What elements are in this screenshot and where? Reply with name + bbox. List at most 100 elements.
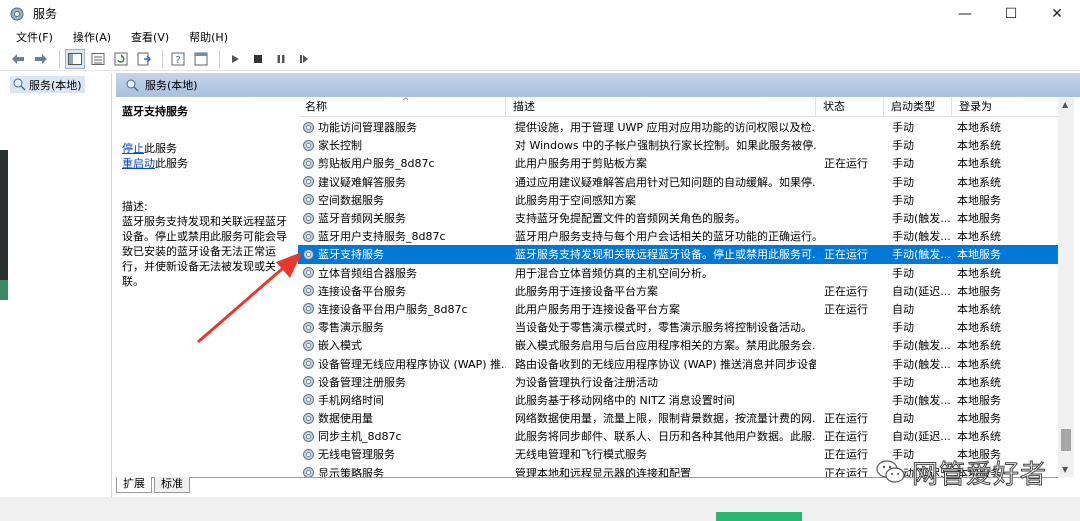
toolbar: ? [0, 47, 1080, 71]
scroll-down-icon[interactable]: ▼ [1062, 465, 1068, 474]
service-name: 设备管理注册服务 [318, 375, 406, 389]
table-row[interactable]: 连接设备平台服务 此服务用于连接设备平台方案 正在运行 自动(延迟... 本地服务 [298, 282, 1058, 300]
cell-startup-type: 手动 [892, 157, 914, 171]
window-title: 服务 [33, 7, 58, 21]
window-controls: — ☐ ✕ [942, 0, 1080, 27]
description-label: 描述: [122, 200, 148, 213]
table-row[interactable]: 零售演示服务 当设备处于零售演示模式时，零售演示服务将控制设备活动。 手动 本地系统 [298, 318, 1058, 336]
cell-log-on-as: 本地服务 [957, 212, 1001, 226]
cell-description: 此用户服务用于连接设备平台方案 [515, 302, 680, 316]
maximize-button[interactable]: ☐ [988, 0, 1034, 27]
menu-view[interactable]: 查看(V) [121, 29, 179, 45]
service-gear-icon [303, 139, 314, 151]
console-button[interactable] [191, 49, 211, 69]
column-header-log-on-as[interactable]: 登录为 [952, 97, 1058, 117]
table-row[interactable]: 建议疑难解答服务 通过应用建议疑难解答启用针对已知问题的自动缓解。如果停... 手动… [298, 173, 1058, 191]
tab-standard[interactable]: 标准 [154, 477, 190, 493]
export-button[interactable] [134, 49, 154, 69]
stop-service-link[interactable]: 停止 [122, 142, 144, 155]
service-gear-icon [303, 394, 314, 406]
cell-description: 蓝牙用户服务支持与每个用户会话相关的蓝牙功能的正确运行。 [515, 230, 816, 244]
tree-item-services-local[interactable]: 服务(本地) [10, 76, 85, 93]
cell-description: 此用户服务用于剪贴板方案 [515, 157, 647, 171]
table-row[interactable]: 设备管理无线应用程序协议 (WAP) 推... 路由设备收到的无线应用程序协议 (… [298, 354, 1058, 372]
refresh-button[interactable] [111, 49, 131, 69]
cell-startup-type: 手动 [892, 121, 914, 135]
pause-service-button[interactable] [271, 49, 291, 69]
cell-name: 数据使用量 [298, 410, 506, 426]
refresh-icon [114, 52, 128, 65]
restart-service-link[interactable]: 重启动 [122, 157, 155, 170]
service-gear-icon [303, 448, 314, 460]
help-icon: ? [171, 52, 185, 66]
list-icon [91, 52, 105, 65]
cell-name: 空间数据服务 [298, 192, 506, 208]
service-name: 蓝牙支持服务 [318, 248, 384, 262]
menu-file[interactable]: 文件(F) [6, 29, 63, 45]
stop-service-line: 停止此服务 [122, 141, 288, 156]
cell-description: 此服务用于连接设备平台方案 [515, 284, 658, 298]
help-button[interactable]: ? [168, 49, 188, 69]
table-row[interactable]: 数据使用量 网络数据使用量，流量上限，限制背景数据，按流量计费的网... 正在运行 自… [298, 409, 1058, 427]
table-row[interactable]: 连接设备平台用户服务_8d87c 此用户服务用于连接设备平台方案 正在运行 自动 本地系… [298, 300, 1058, 318]
arrow-left-icon [12, 53, 24, 64]
table-body: 功能访问管理器服务 提供设施，用于管理 UWP 应用对应用功能的访问权限以及检..… [298, 118, 1058, 477]
minimize-button[interactable]: — [942, 0, 988, 27]
table-row[interactable]: 立体音频组合器服务 用于混合立体音频仿真的主机空间分析。 手动 本地系统 [298, 264, 1058, 282]
column-header-startup-type[interactable]: 启动类型 [884, 97, 952, 117]
cell-log-on-as: 本地系统 [957, 302, 1001, 316]
column-header-name[interactable]: 名称 ^ [298, 97, 506, 117]
forward-button[interactable] [31, 49, 51, 69]
table-row[interactable]: 手机网络时间 此服务基于移动网络中的 NITZ 消息设置时间 手动(触发... 本地服… [298, 391, 1058, 409]
restart-service-button[interactable] [294, 49, 314, 69]
cell-name: 无线电管理服务 [298, 446, 506, 462]
tab-extended[interactable]: 扩展 [116, 477, 152, 493]
cell-log-on-as: 本地服务 [957, 393, 1001, 407]
cell-description: 管理本地和远程显示器的连接和配置 [515, 466, 691, 477]
vertical-scrollbar[interactable]: ▲ ▼ [1058, 97, 1074, 477]
cell-startup-type: 手动 [892, 321, 914, 335]
back-button[interactable] [8, 49, 28, 69]
arrow-right-icon [35, 53, 47, 64]
service-gear-icon [303, 157, 314, 169]
table-row[interactable]: 家长控制 对 Windows 中的子帐户强制执行家长控制。如果此服务被停... 手动… [298, 136, 1058, 154]
cell-status: 正在运行 [824, 302, 868, 316]
properties-list-button[interactable] [88, 49, 108, 69]
cell-name: 嵌入模式 [298, 337, 506, 353]
show-tree-button[interactable] [65, 48, 85, 69]
cell-log-on-as: 本地系统 [957, 230, 1001, 244]
stop-service-button[interactable] [248, 49, 268, 69]
column-header-status[interactable]: 状态 [816, 97, 884, 117]
cell-name: 蓝牙支持服务 [298, 246, 506, 262]
cell-log-on-as: 本地系统 [957, 157, 1001, 171]
cell-log-on-as: 本地服务 [957, 284, 1001, 298]
table-row[interactable]: 蓝牙用户支持服务_8d87c 蓝牙用户服务支持与每个用户会话相关的蓝牙功能的正确运… [298, 227, 1058, 245]
cell-name: 手机网络时间 [298, 392, 506, 408]
cell-name: 显示策略服务 [298, 465, 506, 477]
table-row[interactable]: 蓝牙音频网关服务 支持蓝牙免提配置文件的音频网关角色的服务。 手动(触发... 本地服… [298, 209, 1058, 227]
toolbar-separator [59, 49, 60, 68]
cell-name: 连接设备平台用户服务_8d87c [298, 301, 506, 317]
column-header-description[interactable]: 描述 [506, 97, 816, 117]
table-row[interactable]: 同步主机_8d87c 此服务将同步邮件、联系人、日历和各种其他用户数据。此服...… [298, 427, 1058, 445]
scroll-thumb[interactable] [1061, 429, 1071, 451]
services-app-icon [10, 7, 24, 20]
table-row[interactable]: 蓝牙支持服务 蓝牙服务支持发现和关联远程蓝牙设备。停止或禁用此服务可... 正在运行… [298, 245, 1058, 264]
table-row[interactable]: 剪贴板用户服务_8d87c 此用户服务用于剪贴板方案 正在运行 手动 本地系统 [298, 154, 1058, 172]
close-button[interactable]: ✕ [1034, 0, 1080, 27]
desktop-edge [0, 150, 8, 280]
cell-startup-type: 手动(触发... [892, 339, 951, 353]
stop-service-suffix: 此服务 [144, 142, 177, 155]
cell-startup-type: 手动 [892, 375, 914, 389]
cell-status: 正在运行 [824, 448, 868, 462]
table-row[interactable]: 嵌入模式 嵌入模式服务启用与后台应用程序相关的方案。禁用此服务会... 手动(触发.… [298, 336, 1058, 354]
table-row[interactable]: 空间数据服务 此服务用于空间感知方案 手动 本地服务 [298, 191, 1058, 209]
table-row[interactable]: 功能访问管理器服务 提供设施，用于管理 UWP 应用对应用功能的访问权限以及检..… [298, 118, 1058, 136]
table-row[interactable]: 设备管理注册服务 为设备管理执行设备注册活动 手动 本地系统 [298, 373, 1058, 391]
pause-icon [277, 54, 285, 63]
scroll-up-icon[interactable]: ▲ [1062, 100, 1068, 109]
start-service-button[interactable] [225, 49, 245, 69]
service-name: 家长控制 [318, 139, 362, 153]
menu-action[interactable]: 操作(A) [63, 29, 121, 45]
menu-help[interactable]: 帮助(H) [179, 29, 238, 45]
